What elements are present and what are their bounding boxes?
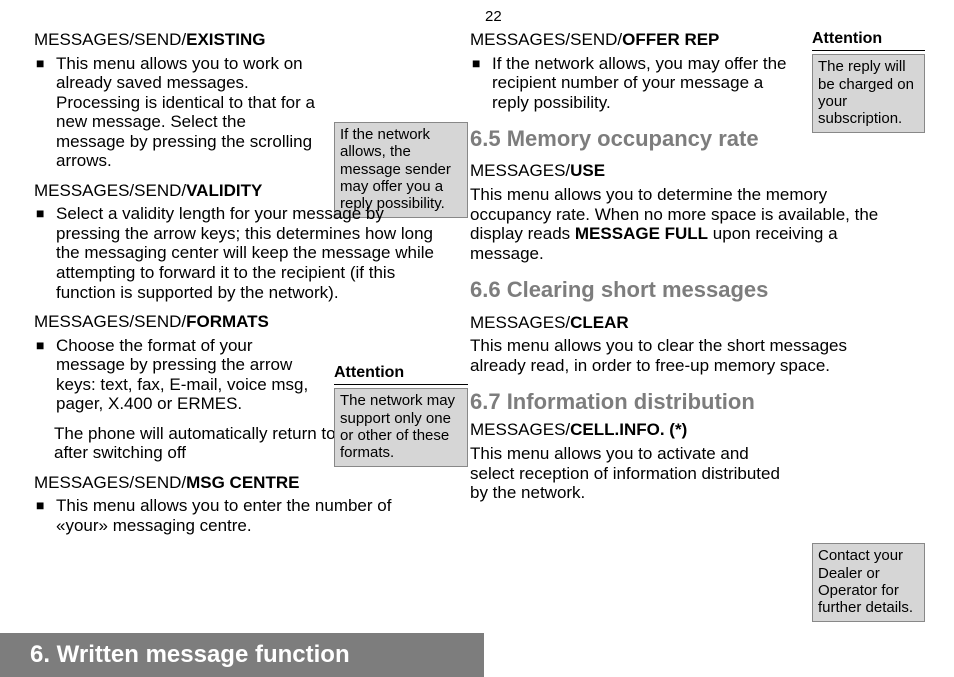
path-bold: OFFER REP [622,30,719,49]
section-6-5: 6.5 Memory occupancy rate [470,126,800,151]
path-bold: USE [570,161,605,180]
list-item: This menu allows you to enter the number… [54,496,438,535]
section-6-6: 6.6 Clearing short messages [470,277,800,302]
list-item: This menu allows you to work on already … [54,54,316,171]
attention-label: Attention [812,30,925,51]
heading-cellinfo: MESSAGES/CELL.INFO. (*) [470,420,800,440]
right-side-notes: Attention The reply will be charged on y… [812,20,925,622]
note-contact-dealer: Contact your Dealer or Operator for furt… [812,543,925,622]
note-reply-charged: The reply will be charged on your subscr… [812,54,925,133]
note-formats: The network may support only one or othe… [334,388,468,467]
section-6-7: 6.7 Information distribution [470,389,800,414]
path-pre: MESSAGES/SEND/ [34,181,186,200]
path-pre: MESSAGES/SEND/ [470,30,622,49]
path-bold: FORMATS [186,312,269,331]
path-bold: EXISTING [186,30,265,49]
heading-offer-rep: MESSAGES/SEND/OFFER REP [470,30,800,50]
right-main: MESSAGES/SEND/OFFER REP If the network a… [470,20,800,622]
path-pre: MESSAGES/ [470,420,570,439]
right-column: MESSAGES/SEND/OFFER REP If the network a… [470,20,925,622]
list-item: If the network allows, you may offer the… [490,54,788,113]
attention-formats-wrap: Attention The network may support only o… [334,364,468,467]
left-column: MESSAGES/SEND/EXISTING This menu allows … [34,20,442,622]
heading-clear: MESSAGES/CLEAR [470,313,800,333]
path-pre: MESSAGES/SEND/ [34,473,186,492]
list-item: Choose the format of your message by pre… [54,336,316,414]
heading-msg-centre: MESSAGES/SEND/MSG CENTRE [34,473,442,493]
path-bold: VALIDITY [186,181,262,200]
path-bold: CLEAR [570,313,629,332]
heading-existing: MESSAGES/SEND/EXISTING [34,30,442,50]
heading-formats: MESSAGES/SEND/FORMATS [34,312,442,332]
path-pre: MESSAGES/SEND/ [34,30,186,49]
list-item: Select a validity length for your messag… [54,204,438,302]
path-bold: CELL.INFO. (*) [570,420,687,439]
attention-label: Attention [334,364,468,385]
text-bold: MESSAGE FULL [575,224,708,243]
section-title-bar: 6. Written message function [0,633,484,677]
heading-use: MESSAGES/USE [470,161,800,181]
path-pre: MESSAGES/SEND/ [34,312,186,331]
path-pre: MESSAGES/ [470,313,570,332]
paragraph-info-dist: This menu allows you to activate and sel… [470,444,782,503]
path-bold: MSG CENTRE [186,473,299,492]
path-pre: MESSAGES/ [470,161,570,180]
